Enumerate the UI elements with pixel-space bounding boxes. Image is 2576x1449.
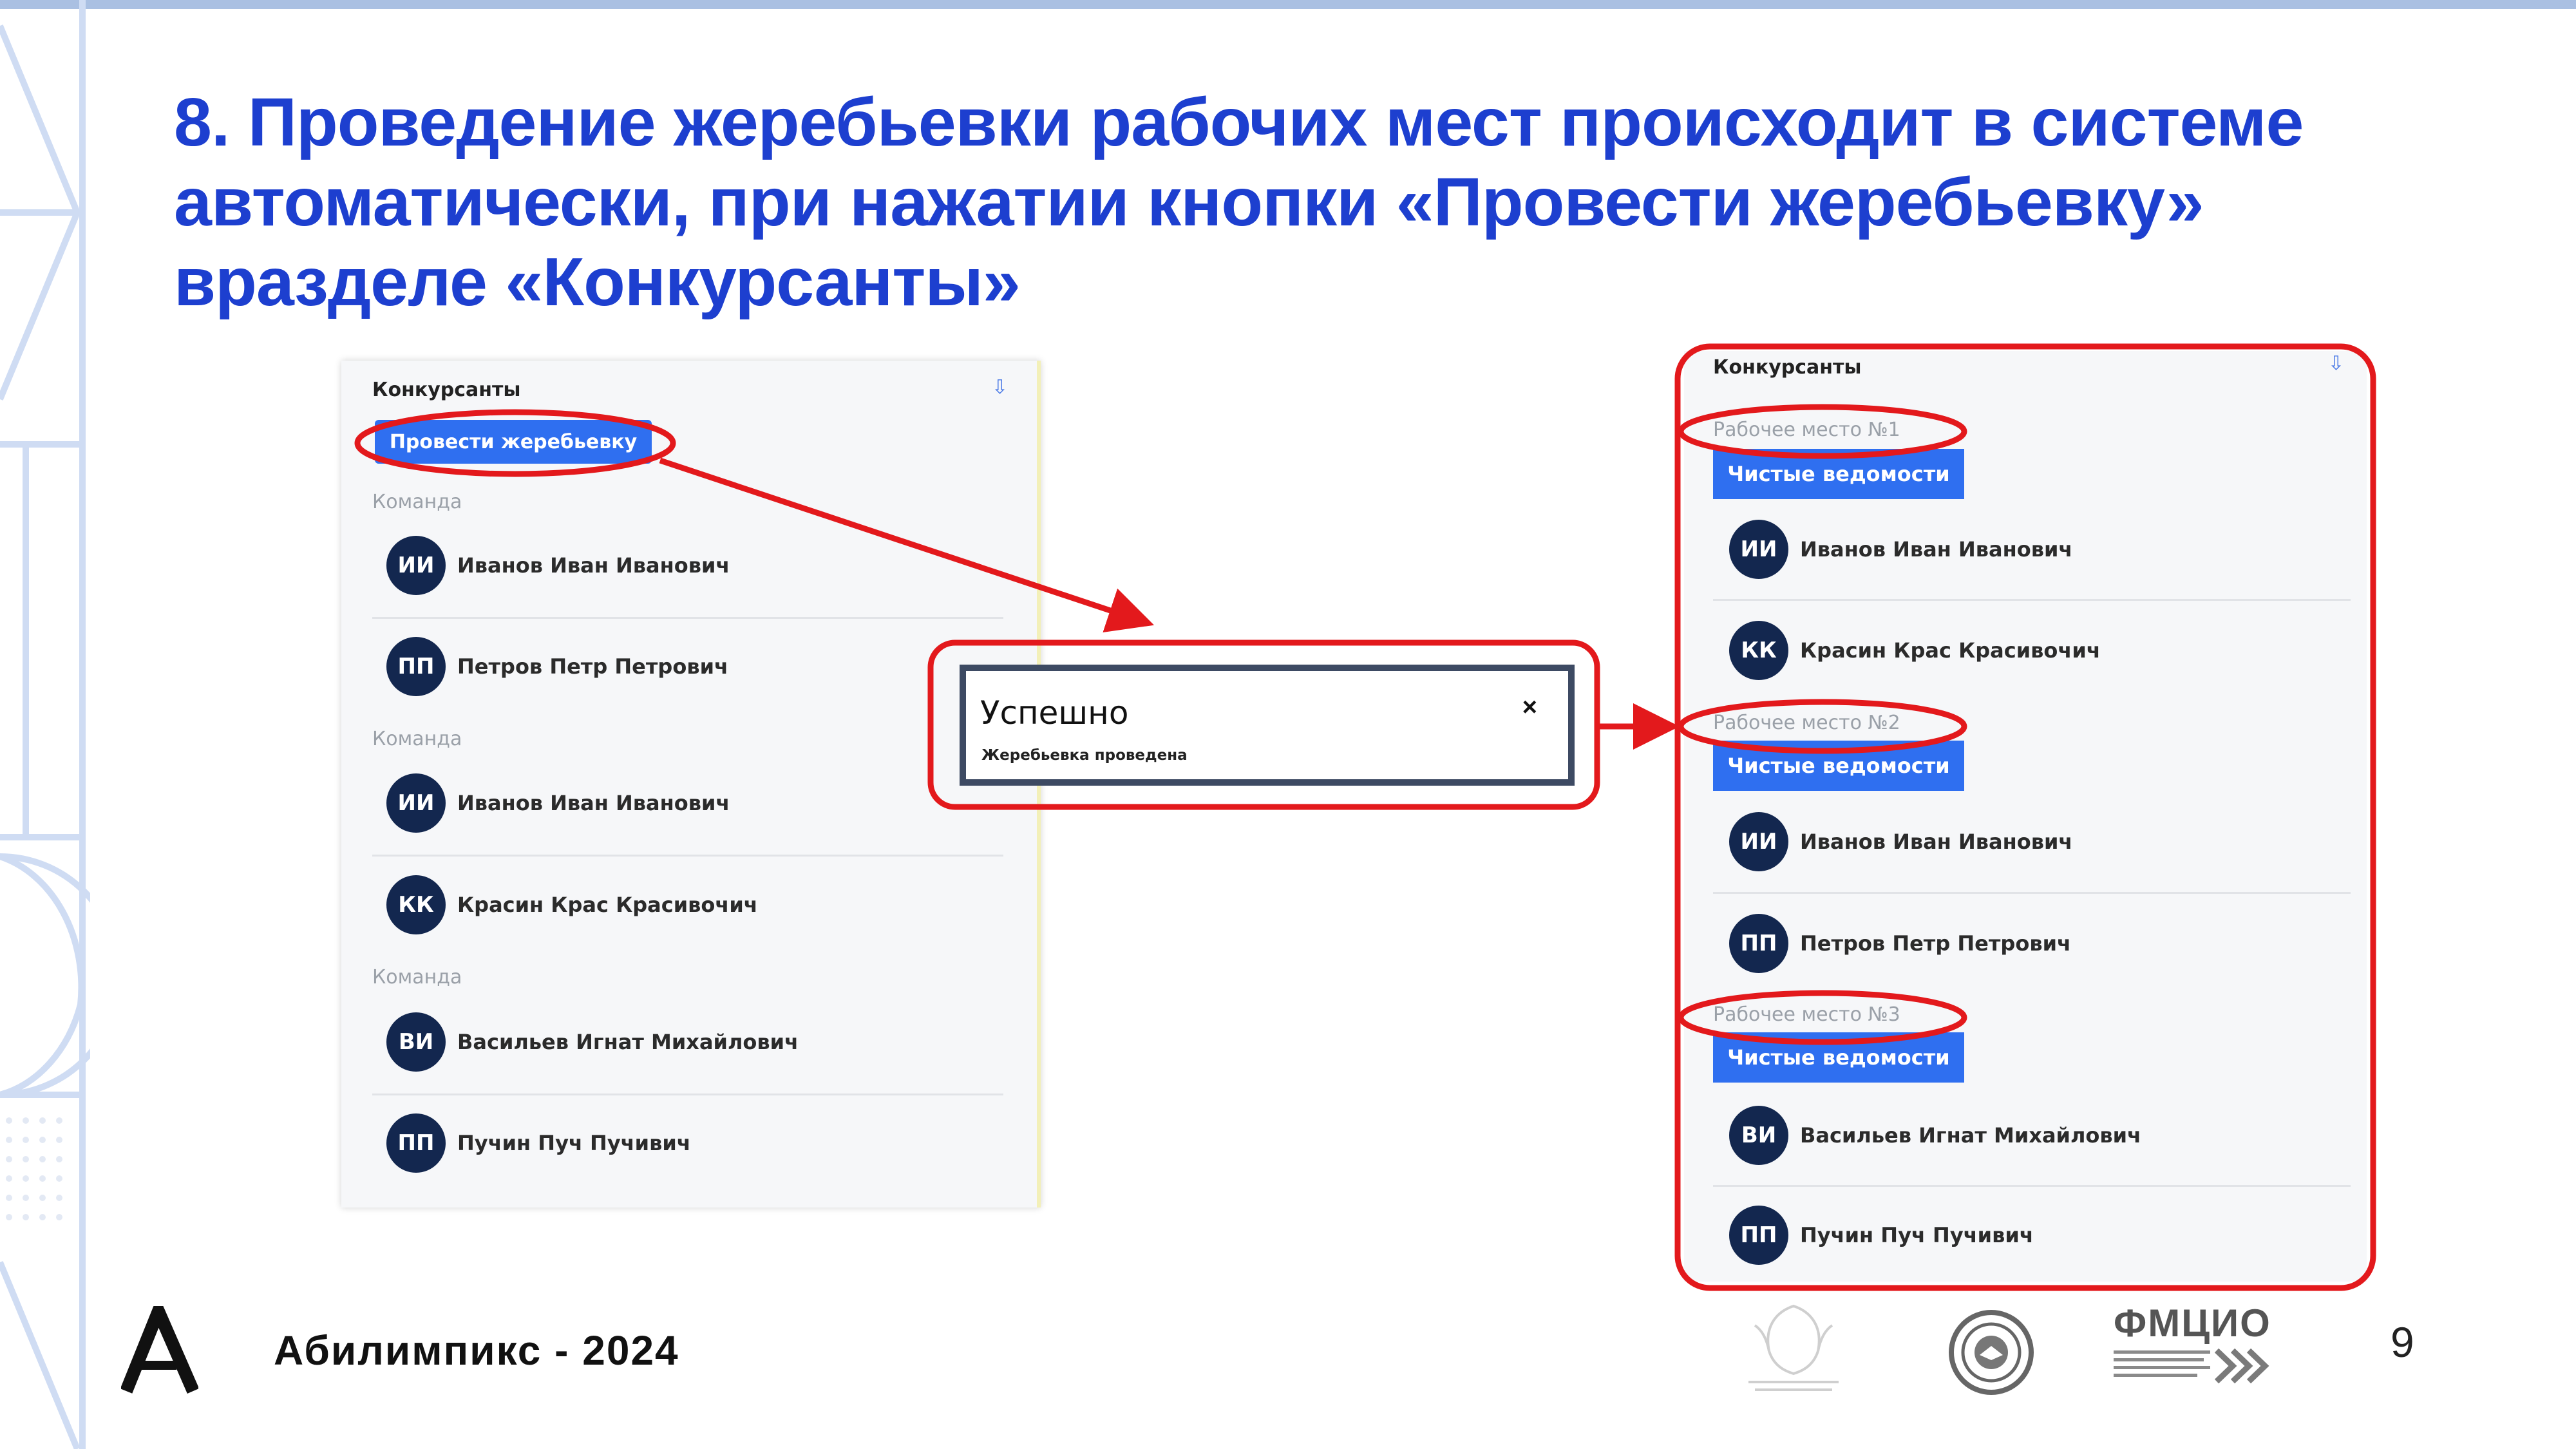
draw-lots-button[interactable]: Провести жеребьевку bbox=[375, 420, 652, 464]
avatar: ИИ bbox=[386, 773, 446, 833]
workstation-label: Рабочее место №3 bbox=[1713, 1003, 1900, 1026]
close-icon[interactable]: × bbox=[1522, 693, 1537, 722]
ministry-emblem-logo bbox=[1748, 1304, 1839, 1391]
list-item[interactable]: ПП Петров Петр Петрович bbox=[1703, 898, 2354, 989]
list-item[interactable]: ИИ Иванов Иван Иванович bbox=[1703, 504, 2354, 594]
slide-title-line: автоматически, при нажатии кнопки «Прове… bbox=[174, 164, 2204, 240]
member-name: Васильев Игнат Михайлович bbox=[1800, 1123, 2142, 1148]
avatar: ИИ bbox=[1729, 812, 1788, 871]
member-name: Красин Крас Красивочич bbox=[457, 893, 758, 917]
list-item[interactable]: ПП Пучин Пуч Пучивич bbox=[1703, 1190, 2354, 1280]
page-number: 9 bbox=[2391, 1318, 2414, 1366]
clean-sheets-button[interactable]: Чистые ведомости bbox=[1713, 741, 1964, 791]
list-item[interactable]: ПП Пучин Пуч Пучивич bbox=[361, 1098, 1011, 1188]
avatar: ИИ bbox=[386, 536, 446, 595]
team-label: Команда bbox=[372, 728, 462, 750]
panel-title: Конкурсанты bbox=[1713, 356, 1862, 379]
member-name: Иванов Иван Иванович bbox=[457, 791, 730, 815]
top-accent-bar bbox=[0, 0, 2576, 9]
member-name: Петров Петр Петрович bbox=[1800, 931, 2071, 956]
divider bbox=[372, 855, 1003, 857]
member-name: Петров Петр Петрович bbox=[457, 654, 728, 679]
decorative-left-pattern bbox=[0, 0, 90, 1449]
download-icon[interactable]: ⇩ bbox=[992, 376, 1008, 399]
list-item[interactable]: ИИ Иванов Иван Иванович bbox=[361, 758, 1011, 848]
avatar: ВИ bbox=[1729, 1106, 1788, 1165]
brand-name: Абилимпикс - 2024 bbox=[274, 1327, 679, 1374]
member-name: Пучин Пуч Пучивич bbox=[457, 1131, 691, 1155]
member-name: Пучин Пуч Пучивич bbox=[1800, 1223, 2034, 1247]
fmcio-logo: ФМЦИО bbox=[2114, 1301, 2287, 1394]
toast-title: Успешно bbox=[980, 694, 1129, 732]
divider bbox=[372, 1094, 1003, 1095]
slide-title-line: 8. Проведение жеребьевки рабочих мест пр… bbox=[174, 84, 2304, 160]
clean-sheets-button[interactable]: Чистые ведомости bbox=[1713, 449, 1964, 499]
team-label: Команда bbox=[372, 491, 462, 513]
abilympics-logo bbox=[121, 1306, 198, 1394]
divider bbox=[1713, 892, 2351, 894]
clean-sheets-button[interactable]: Чистые ведомости bbox=[1713, 1032, 1964, 1083]
list-item[interactable]: ВИ Васильев Игнат Михайлович bbox=[361, 997, 1011, 1087]
member-name: Иванов Иван Иванович bbox=[457, 553, 730, 578]
toast-message: Жеребьевка проведена bbox=[981, 747, 1188, 764]
avatar: ПП bbox=[1729, 914, 1788, 973]
list-item[interactable]: КК Красин Крас Красивочич bbox=[1703, 605, 2354, 696]
workstation-label: Рабочее место №1 bbox=[1713, 419, 1900, 441]
divider bbox=[372, 617, 1003, 619]
divider bbox=[1713, 599, 2351, 601]
avatar: КК bbox=[1729, 621, 1788, 680]
contestants-panel-before: Конкурсанты ⇩ Провести жеребьевку Команд… bbox=[341, 361, 1041, 1208]
avatar: ПП bbox=[386, 637, 446, 696]
workstation-label: Рабочее место №2 bbox=[1713, 712, 1900, 734]
chevrons-icon bbox=[2114, 1348, 2269, 1384]
avatar: ПП bbox=[386, 1113, 446, 1173]
member-name: Иванов Иван Иванович bbox=[1800, 829, 2073, 854]
avatar: КК bbox=[386, 875, 446, 934]
list-item[interactable]: КК Красин Крас Красивочич bbox=[361, 860, 1011, 950]
list-item[interactable]: ПП Петров Петр Петрович bbox=[361, 621, 1011, 712]
avatar: ПП bbox=[1729, 1206, 1788, 1265]
contestants-panel-after: Конкурсанты ⇩ Рабочее место №1 Чистые ве… bbox=[1684, 351, 2367, 1282]
member-name: Красин Крас Красивочич bbox=[1800, 638, 2101, 663]
list-item[interactable]: ИИ Иванов Иван Иванович bbox=[1703, 797, 2354, 887]
slide-title-line: вразделе «Конкурсанты» bbox=[174, 244, 1021, 320]
divider bbox=[1713, 1185, 2351, 1187]
fmcio-logo-text: ФМЦИО bbox=[2114, 1302, 2271, 1345]
download-icon[interactable]: ⇩ bbox=[2328, 352, 2344, 375]
member-name: Васильев Игнат Михайлович bbox=[457, 1030, 799, 1054]
team-label: Команда bbox=[372, 966, 462, 989]
list-item[interactable]: ВИ Васильев Игнат Михайлович bbox=[1703, 1090, 2354, 1180]
panel-title: Конкурсанты bbox=[372, 379, 521, 401]
university-seal-logo bbox=[1949, 1310, 2034, 1395]
avatar: ИИ bbox=[1729, 520, 1788, 579]
member-name: Иванов Иван Иванович bbox=[1800, 537, 2073, 562]
success-toast: Успешно Жеребьевка проведена × bbox=[960, 665, 1575, 786]
avatar: ВИ bbox=[386, 1012, 446, 1072]
list-item[interactable]: ИИ Иванов Иван Иванович bbox=[361, 520, 1011, 611]
slide-title: 8. Проведение жеребьевки рабочих мест пр… bbox=[174, 82, 2467, 322]
